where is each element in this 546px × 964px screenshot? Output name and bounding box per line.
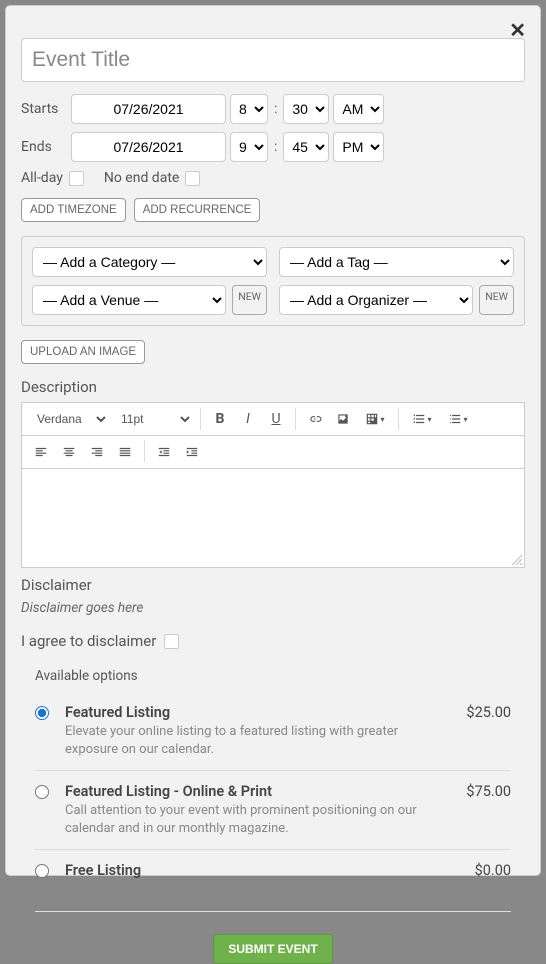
- option-row: Featured Listing - Online & Print Call a…: [35, 771, 511, 850]
- end-ampm-select[interactable]: PM: [333, 132, 384, 162]
- new-venue-button[interactable]: NEW: [232, 285, 267, 315]
- allday-checkbox-label[interactable]: All-day: [21, 170, 84, 186]
- noenddate-label-text: No end date: [104, 170, 179, 186]
- option-title: Free Listing: [65, 862, 437, 879]
- align-justify-icon[interactable]: [112, 440, 138, 464]
- event-modal: ✕ Starts 8 : 30 AM Ends 9 : 45 PM All-da…: [5, 5, 541, 876]
- bold-icon[interactable]: B: [207, 407, 233, 431]
- disclaimer-heading: Disclaimer: [21, 576, 525, 594]
- organizer-select[interactable]: — Add a Organizer —: [279, 285, 473, 315]
- close-icon[interactable]: ✕: [509, 18, 526, 42]
- noenddate-checkbox[interactable]: [185, 171, 200, 186]
- agree-label: I agree to disclaimer: [21, 632, 156, 650]
- option-desc: Add your event to our calendar database …: [65, 881, 437, 899]
- venue-select[interactable]: — Add a Venue —: [32, 285, 226, 315]
- table-icon[interactable]: ▾: [358, 407, 392, 431]
- option-radio-free[interactable]: [35, 864, 49, 878]
- unordered-list-icon[interactable]: ▾: [441, 407, 475, 431]
- font-size-select[interactable]: 11pt: [112, 407, 194, 431]
- end-min-select[interactable]: 45: [283, 132, 329, 162]
- option-price: $25.00: [451, 704, 511, 758]
- new-organizer-button[interactable]: NEW: [479, 285, 514, 315]
- agree-checkbox[interactable]: [164, 634, 179, 649]
- allday-checkbox[interactable]: [69, 171, 84, 186]
- category-select[interactable]: — Add a Category —: [32, 247, 267, 277]
- option-desc: Elevate your online listing to a feature…: [65, 723, 437, 758]
- resize-grip-icon[interactable]: [510, 553, 522, 565]
- upload-image-button[interactable]: Upload an Image: [21, 340, 145, 364]
- disclaimer-text: Disclaimer goes here: [21, 600, 525, 616]
- taxonomy-box: — Add a Category — — Add a Tag — — Add a…: [21, 236, 525, 326]
- option-row: Featured Listing Elevate your online lis…: [35, 692, 511, 771]
- end-date-input[interactable]: [71, 132, 226, 162]
- options-heading: Available options: [35, 668, 511, 684]
- underline-icon[interactable]: U: [263, 407, 289, 431]
- event-title-input[interactable]: [21, 38, 525, 82]
- indent-icon[interactable]: [179, 440, 205, 464]
- editor-toolbar-2: [21, 436, 525, 469]
- start-hour-select[interactable]: 8: [230, 94, 268, 124]
- start-ampm-select[interactable]: AM: [333, 94, 384, 124]
- align-left-icon[interactable]: [28, 440, 54, 464]
- option-radio-featured-print[interactable]: [35, 785, 49, 799]
- starts-label: Starts: [21, 101, 67, 117]
- font-family-select[interactable]: Verdana: [28, 407, 110, 431]
- start-date-input[interactable]: [71, 94, 226, 124]
- noenddate-checkbox-label[interactable]: No end date: [104, 170, 200, 186]
- align-center-icon[interactable]: [56, 440, 82, 464]
- ends-label: Ends: [21, 139, 67, 155]
- time-colon: :: [272, 139, 279, 155]
- add-recurrence-button[interactable]: Add Recurrence: [134, 198, 261, 222]
- align-right-icon[interactable]: [84, 440, 110, 464]
- start-min-select[interactable]: 30: [283, 94, 329, 124]
- outdent-icon[interactable]: [151, 440, 177, 464]
- time-colon: :: [272, 101, 279, 117]
- description-label: Description: [21, 378, 525, 396]
- submit-button[interactable]: SUBMIT EVENT: [213, 934, 332, 964]
- option-price: $0.00: [451, 862, 511, 899]
- image-icon[interactable]: [330, 407, 356, 431]
- option-title: Featured Listing: [65, 704, 437, 721]
- link-icon[interactable]: [302, 407, 328, 431]
- editor-body[interactable]: [21, 469, 525, 568]
- option-radio-featured[interactable]: [35, 706, 49, 720]
- italic-icon[interactable]: I: [235, 407, 261, 431]
- end-hour-select[interactable]: 9: [230, 132, 268, 162]
- allday-label-text: All-day: [21, 170, 63, 186]
- ordered-list-icon[interactable]: ▾: [405, 407, 439, 431]
- editor-toolbar: Verdana 11pt B I U ▾ ▾ ▾: [21, 402, 525, 436]
- option-desc: Call attention to your event with promin…: [65, 802, 437, 837]
- option-title: Featured Listing - Online & Print: [65, 783, 437, 800]
- option-price: $75.00: [451, 783, 511, 837]
- add-timezone-button[interactable]: Add Timezone: [21, 198, 126, 222]
- tag-select[interactable]: — Add a Tag —: [279, 247, 514, 277]
